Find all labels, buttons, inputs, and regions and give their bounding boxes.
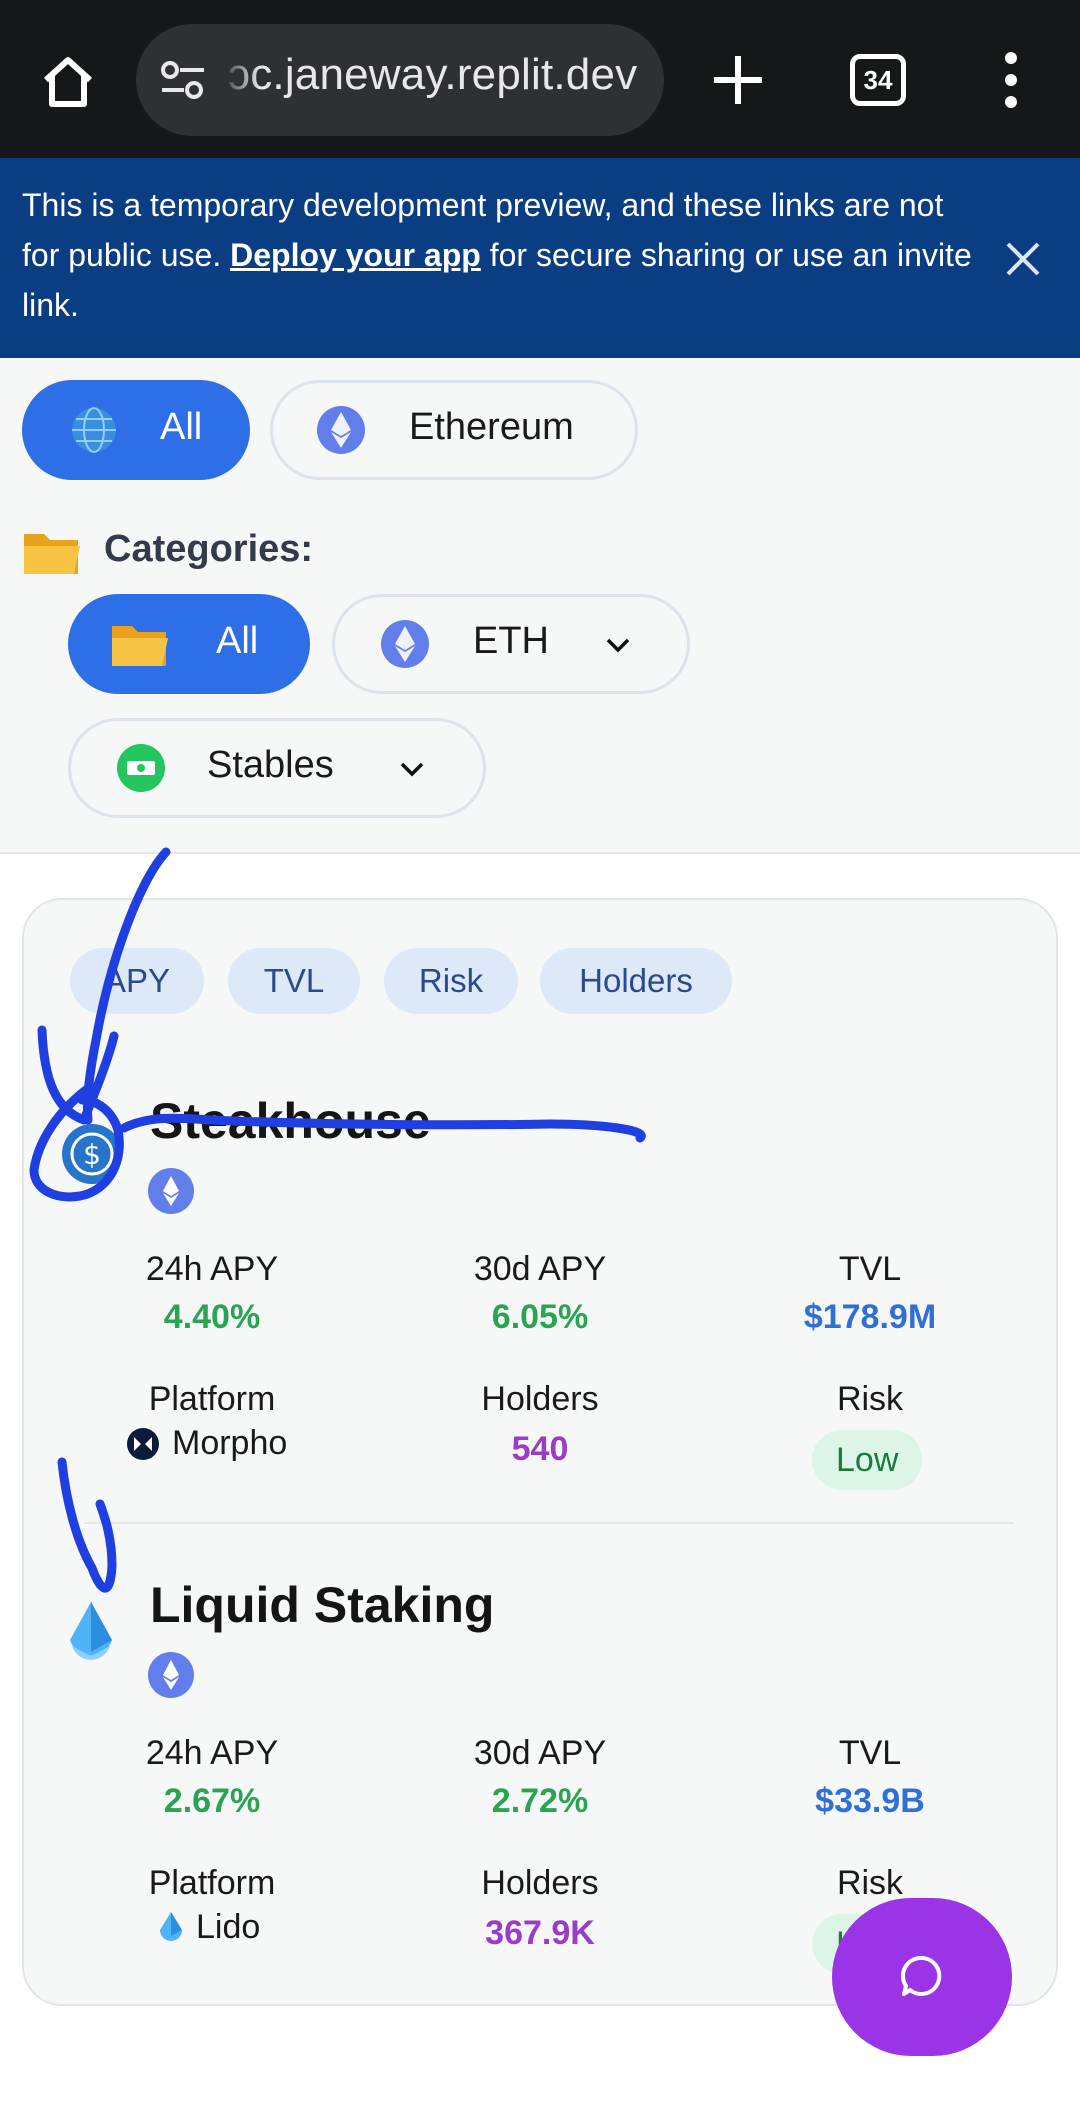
home-icon[interactable] bbox=[38, 52, 98, 112]
stat-label: 24h APY bbox=[145, 1734, 279, 1772]
category-chip-all-label: All bbox=[216, 620, 259, 662]
stat-value-apy30: 2.72% bbox=[491, 1782, 589, 1820]
sort-chip-tvl[interactable]: TVL bbox=[228, 948, 360, 1014]
categories-title: Categories: bbox=[104, 528, 314, 570]
address-bar[interactable]: ɔc.janeway.replit.dev bbox=[136, 24, 664, 136]
pool-title[interactable]: Liquid Staking bbox=[150, 1576, 494, 1634]
ethereum-icon bbox=[148, 1168, 194, 1214]
chevron-down-icon bbox=[606, 638, 630, 653]
usdc-icon: $ bbox=[62, 1124, 122, 1184]
stablecoin-icon bbox=[117, 744, 165, 792]
stat-label: Holders bbox=[481, 1380, 599, 1418]
stat-label: 24h APY bbox=[145, 1250, 279, 1288]
ethereum-icon bbox=[148, 1652, 194, 1698]
stat-label: 30d APY bbox=[473, 1734, 607, 1772]
folder-icon bbox=[24, 534, 80, 574]
category-chip-stables-label: Stables bbox=[207, 744, 334, 786]
stat-label: Holders bbox=[481, 1864, 599, 1902]
stat-value-apy30: 6.05% bbox=[491, 1298, 589, 1336]
close-icon[interactable] bbox=[1002, 238, 1044, 280]
platform-name: Morpho bbox=[172, 1424, 288, 1462]
lido-drop-icon bbox=[160, 1911, 182, 1941]
url-fade bbox=[220, 24, 260, 136]
stat-value-apy24: 4.40% bbox=[163, 1298, 261, 1336]
stat-label: TVL bbox=[838, 1250, 902, 1288]
pool-divider bbox=[84, 1522, 1014, 1524]
pools-card: APY TVL Risk Holders $ Steakhouse 24h AP… bbox=[22, 898, 1058, 2006]
svg-text:$: $ bbox=[83, 1138, 101, 1171]
network-chip-ethereum-label: Ethereum bbox=[409, 406, 574, 448]
stat-value-tvl: $33.9B bbox=[815, 1782, 925, 1820]
dev-preview-banner: This is a temporary development preview,… bbox=[0, 158, 1080, 358]
category-chip-eth-label: ETH bbox=[473, 620, 549, 662]
tabs-icon[interactable]: 34 bbox=[850, 54, 906, 106]
more-vert-icon[interactable] bbox=[996, 50, 1026, 110]
chevron-down-icon bbox=[400, 762, 424, 777]
chat-bubble-icon bbox=[900, 1955, 942, 1996]
ethereum-icon bbox=[317, 406, 365, 454]
stat-value-apy24: 2.67% bbox=[163, 1782, 261, 1820]
globe-icon bbox=[72, 407, 116, 453]
banner-text: This is a temporary development preview,… bbox=[22, 180, 982, 330]
category-chip-stables[interactable]: Stables bbox=[68, 718, 486, 818]
sort-chip-risk[interactable]: Risk bbox=[384, 948, 518, 1014]
pool-title[interactable]: Steakhouse bbox=[150, 1092, 431, 1150]
platform-name: Lido bbox=[196, 1908, 261, 1946]
network-chip-all[interactable]: All bbox=[22, 380, 250, 480]
chat-fab[interactable] bbox=[832, 1898, 1012, 2056]
stat-value-holders: 540 bbox=[511, 1430, 569, 1468]
ethereum-icon bbox=[381, 620, 429, 668]
folder-icon bbox=[112, 626, 168, 666]
plus-icon[interactable] bbox=[710, 52, 766, 108]
sort-chip-holders[interactable]: Holders bbox=[540, 948, 732, 1014]
browser-toolbar: ɔc.janeway.replit.dev 34 bbox=[0, 0, 1080, 158]
stat-label: TVL bbox=[838, 1734, 902, 1772]
network-chip-all-label: All bbox=[160, 406, 203, 448]
platform-value: Lido bbox=[158, 1908, 260, 1947]
stat-label: 30d APY bbox=[473, 1250, 607, 1288]
stat-value-holders: 367.9K bbox=[485, 1914, 595, 1952]
sort-chip-apy[interactable]: APY bbox=[70, 948, 204, 1014]
url-text[interactable]: ɔc.janeway.replit.dev bbox=[228, 50, 637, 100]
stat-label: Risk bbox=[836, 1380, 904, 1418]
stat-label: Risk bbox=[836, 1864, 904, 1902]
lido-drop-icon bbox=[70, 1602, 112, 1660]
risk-badge: Low bbox=[812, 1430, 923, 1490]
filter-panel: All Ethereum Categories: All ETH Stables bbox=[0, 358, 1080, 854]
morpho-icon bbox=[127, 1427, 159, 1460]
network-chip-ethereum[interactable]: Ethereum bbox=[270, 380, 638, 480]
tune-icon[interactable] bbox=[158, 58, 208, 102]
stat-label: Platform bbox=[148, 1864, 276, 1902]
deploy-link[interactable]: Deploy your app bbox=[230, 237, 481, 273]
stat-label: Platform bbox=[148, 1380, 276, 1418]
category-chip-eth[interactable]: ETH bbox=[332, 594, 690, 694]
stat-value-tvl: $178.9M bbox=[803, 1298, 937, 1336]
platform-value: Morpho bbox=[126, 1424, 287, 1463]
category-chip-all[interactable]: All bbox=[68, 594, 310, 694]
